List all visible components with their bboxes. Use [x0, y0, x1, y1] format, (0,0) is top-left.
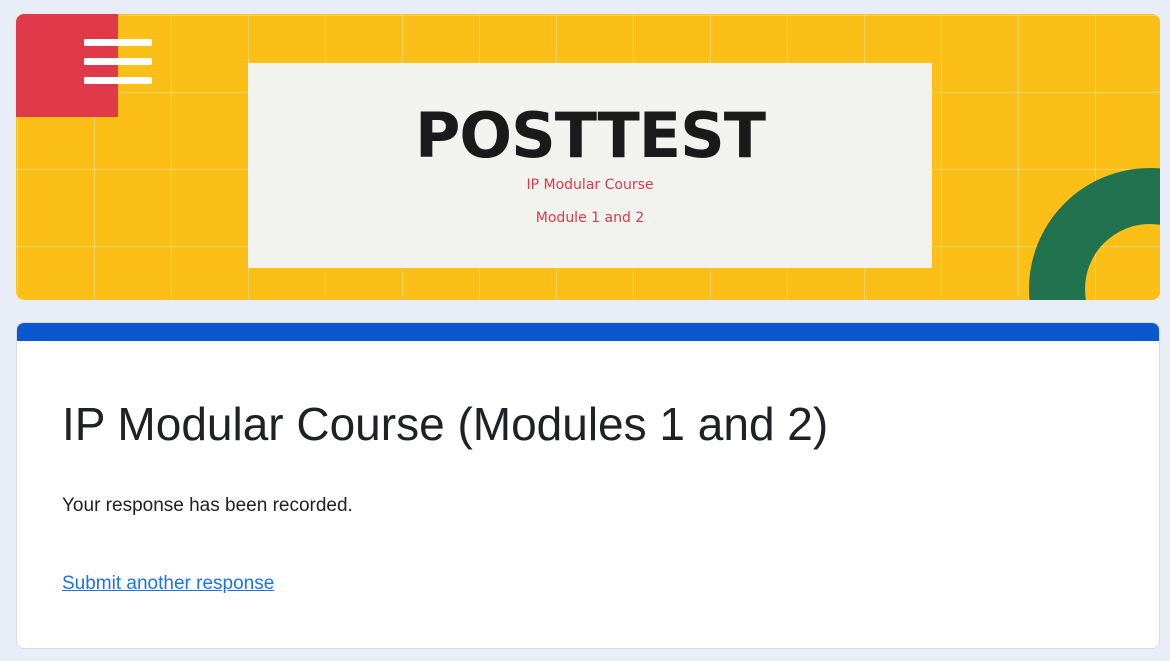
menu-icon-bar-top [84, 39, 152, 46]
confirmation-message: Your response has been recorded. [62, 495, 353, 516]
menu-icon-bar-middle [84, 58, 152, 65]
decorative-arc [1029, 168, 1160, 300]
submit-another-response-link[interactable]: Submit another response [62, 573, 274, 595]
confirmation-card: IP Modular Course (Modules 1 and 2) Your… [16, 322, 1160, 649]
banner-title: POSTTEST [414, 99, 766, 172]
form-title: IP Modular Course (Modules 1 and 2) [62, 398, 829, 450]
banner-subtitle-line1: IP Modular Course [526, 177, 654, 193]
header-banner-image: POSTTEST IP Modular Course Module 1 and … [16, 14, 1160, 300]
menu-icon [84, 39, 152, 85]
banner-subtitle-line2: Module 1 and 2 [535, 210, 645, 226]
menu-icon-bar-bottom [84, 77, 152, 84]
banner-title-card: POSTTEST IP Modular Course Module 1 and … [248, 63, 932, 268]
card-accent-bar [17, 323, 1159, 341]
